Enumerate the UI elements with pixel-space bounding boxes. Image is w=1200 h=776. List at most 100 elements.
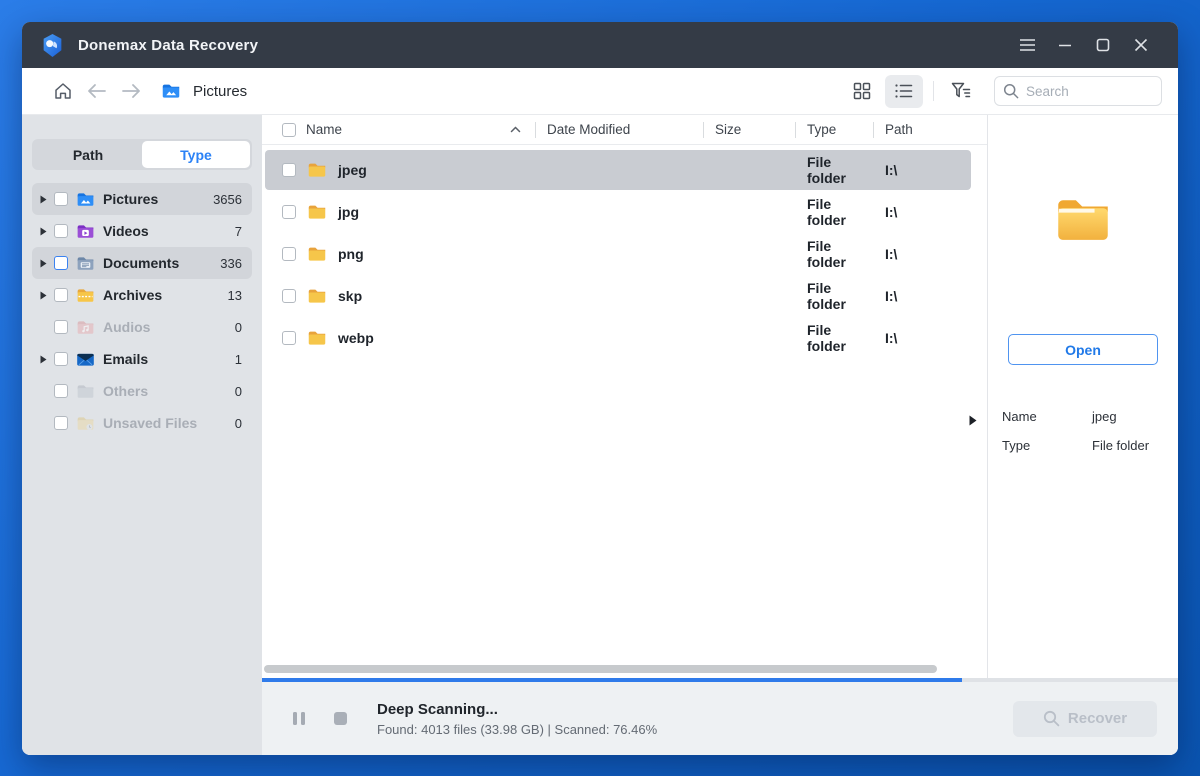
sidebar-item-videos[interactable]: Videos 7	[32, 215, 252, 247]
column-label: Name	[306, 122, 343, 137]
file-list-header: Name Date Modified Size Type Path	[262, 115, 987, 145]
content-area: Name Date Modified Size Type Path jpeg F…	[262, 115, 1178, 678]
row-checkbox[interactable]	[282, 163, 296, 177]
select-all-checkbox[interactable]	[282, 122, 296, 137]
menu-button[interactable]	[1008, 22, 1046, 68]
others-folder-icon	[77, 384, 94, 398]
sidebar-item-documents[interactable]: Documents 336	[32, 247, 252, 279]
checkbox[interactable]	[54, 320, 68, 334]
column-header-path[interactable]: Path	[873, 115, 987, 144]
main-area: Name Date Modified Size Type Path jpeg F…	[262, 115, 1178, 755]
status-bar: Deep Scanning... Found: 4013 files (33.9…	[262, 682, 1178, 755]
file-path: I:\	[885, 288, 898, 304]
row-checkbox[interactable]	[282, 247, 296, 261]
open-button[interactable]: Open	[1008, 334, 1158, 365]
expander-icon[interactable]	[36, 259, 50, 268]
stop-icon	[333, 712, 347, 725]
minimize-button[interactable]	[1046, 22, 1084, 68]
table-row-png[interactable]: png File folder I:\	[262, 233, 987, 275]
expander-icon[interactable]	[36, 195, 50, 204]
item-count: 1	[234, 351, 242, 367]
window-controls	[1008, 22, 1160, 68]
list-view-button[interactable]	[885, 74, 923, 108]
back-arrow-icon	[88, 84, 106, 98]
videos-folder-icon	[77, 224, 94, 238]
file-path: I:\	[885, 246, 898, 262]
sidebar-item-label: Audios	[103, 319, 151, 335]
expander-icon[interactable]	[36, 355, 50, 364]
search-input[interactable]	[994, 76, 1162, 106]
app-logo-icon	[43, 33, 62, 57]
field-type: Type File folder	[1002, 438, 1164, 453]
app-window: Donemax Data Recovery Pictures Search Pa…	[22, 22, 1178, 755]
back-button[interactable]	[82, 76, 112, 106]
forward-arrow-icon	[122, 84, 140, 98]
column-header-name[interactable]: Name	[262, 115, 535, 144]
app-title: Donemax Data Recovery	[78, 36, 259, 54]
column-header-size[interactable]: Size	[703, 115, 795, 144]
file-path: I:\	[885, 204, 898, 220]
preview-folder-icon	[1058, 200, 1108, 240]
row-checkbox[interactable]	[282, 289, 296, 303]
checkbox[interactable]	[54, 352, 68, 366]
stop-button[interactable]	[330, 709, 350, 729]
checkbox[interactable]	[54, 416, 68, 430]
sort-asc-icon	[510, 126, 521, 133]
recover-button[interactable]: Recover	[1013, 700, 1157, 737]
checkbox[interactable]	[54, 256, 68, 270]
close-button[interactable]	[1122, 22, 1160, 68]
file-type-tree: Pictures 3656 Videos 7 Documents 336 Arc…	[32, 183, 252, 439]
column-header-date-modified[interactable]: Date Modified	[535, 115, 703, 144]
row-checkbox[interactable]	[282, 205, 296, 219]
table-row-webp[interactable]: webp File folder I:\	[262, 317, 987, 359]
sidebar-item-others[interactable]: Others 0	[32, 375, 252, 407]
file-path: I:\	[885, 330, 898, 346]
file-type: File folder	[807, 280, 846, 312]
pictures-folder-icon	[77, 192, 94, 206]
sidebar-item-pictures[interactable]: Pictures 3656	[32, 183, 252, 215]
filter-button[interactable]	[946, 76, 976, 106]
item-count: 7	[234, 223, 242, 239]
panel-collapse-handle[interactable]	[969, 412, 981, 428]
checkbox[interactable]	[54, 192, 68, 206]
emails-envelope-icon	[77, 353, 94, 366]
maximize-icon	[1096, 38, 1110, 52]
checkbox[interactable]	[54, 384, 68, 398]
pause-button[interactable]	[289, 709, 309, 729]
sidebar-item-label: Videos	[103, 223, 149, 239]
horizontal-scrollbar[interactable]	[264, 665, 937, 673]
grid-view-button[interactable]	[843, 75, 881, 108]
sidebar-item-audios[interactable]: Audios 0	[32, 311, 252, 343]
sidebar-item-archives[interactable]: Archives 13	[32, 279, 252, 311]
folder-icon	[308, 247, 326, 261]
sidebar-item-unsaved-files[interactable]: Unsaved Files 0	[32, 407, 252, 439]
forward-button[interactable]	[116, 76, 146, 106]
table-row-skp[interactable]: skp File folder I:\	[262, 275, 987, 317]
folder-icon	[308, 163, 326, 177]
expander-icon	[36, 387, 50, 396]
tab-path[interactable]: Path	[34, 141, 142, 168]
checkbox[interactable]	[54, 288, 68, 302]
file-type: File folder	[807, 238, 846, 270]
home-button[interactable]	[48, 76, 78, 106]
search-box	[994, 76, 1162, 106]
sidebar-item-emails[interactable]: Emails 1	[32, 343, 252, 375]
expander-icon[interactable]	[36, 291, 50, 300]
table-row-jpg[interactable]: jpg File folder I:\	[262, 191, 987, 233]
checkbox[interactable]	[54, 224, 68, 238]
file-list: Name Date Modified Size Type Path jpeg F…	[262, 115, 987, 678]
expander-icon	[36, 323, 50, 332]
maximize-button[interactable]	[1084, 22, 1122, 68]
column-header-type[interactable]: Type	[795, 115, 873, 144]
search-icon	[1003, 83, 1019, 99]
field-value: jpeg	[1092, 409, 1117, 424]
tab-type[interactable]: Type	[142, 141, 250, 168]
table-row-jpeg[interactable]: jpeg File folder I:\	[262, 149, 987, 191]
close-icon	[1134, 38, 1148, 52]
folder-icon	[308, 331, 326, 345]
item-count: 336	[220, 255, 242, 271]
field-label: Name	[1002, 409, 1037, 424]
sidebar-item-label: Unsaved Files	[103, 415, 198, 431]
row-checkbox[interactable]	[282, 331, 296, 345]
expander-icon[interactable]	[36, 227, 50, 236]
